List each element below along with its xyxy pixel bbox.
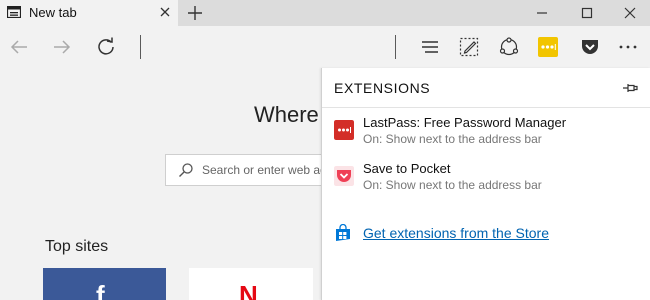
store-icon	[336, 224, 350, 241]
forward-arrow-icon[interactable]	[51, 36, 73, 58]
search-placeholder: Search or enter web ad	[202, 163, 327, 177]
close-window-button[interactable]	[620, 3, 640, 23]
search-icon	[179, 163, 193, 177]
back-arrow-icon[interactable]	[8, 36, 30, 58]
panel-divider	[322, 107, 650, 108]
top-site-tile-facebook[interactable]: f	[43, 268, 166, 300]
close-tab-icon[interactable]	[158, 5, 172, 19]
share-icon[interactable]	[497, 35, 521, 59]
top-sites-heading: Top sites	[45, 238, 109, 255]
extension-status: On: Show next to the address bar	[363, 132, 542, 146]
tab-page-icon	[7, 6, 21, 18]
lastpass-icon	[334, 120, 354, 140]
lastpass-toolbar-icon[interactable]	[536, 35, 560, 59]
minimize-button[interactable]	[532, 3, 552, 23]
pin-icon[interactable]	[622, 81, 638, 95]
refresh-icon[interactable]	[95, 36, 117, 58]
web-note-icon[interactable]	[457, 35, 481, 59]
extension-status: On: Show next to the address bar	[363, 178, 542, 192]
hub-icon[interactable]	[418, 35, 442, 59]
store-link-text: Get extensions from the Store	[363, 225, 549, 241]
toolbar-divider	[395, 35, 396, 59]
tab-new-tab[interactable]: New tab	[0, 0, 178, 26]
tab-title: New tab	[29, 5, 77, 20]
pocket-toolbar-icon[interactable]	[578, 35, 602, 59]
panel-title: EXTENSIONS	[334, 80, 431, 96]
extension-name: Save to Pocket	[363, 161, 451, 176]
title-bar: New tab	[0, 0, 650, 26]
address-bar-divider	[140, 35, 141, 59]
get-extensions-link[interactable]: Get extensions from the Store	[334, 224, 584, 244]
extension-item-pocket[interactable]: Save to Pocket On: Show next to the addr…	[322, 160, 650, 204]
page-heading: Where	[254, 102, 319, 127]
netflix-logo: N	[239, 280, 258, 300]
maximize-button[interactable]	[577, 3, 597, 23]
new-tab-button[interactable]	[186, 4, 204, 22]
extensions-panel: EXTENSIONS LastPass: Free Password Manag…	[321, 68, 650, 300]
extension-name: LastPass: Free Password Manager	[363, 115, 567, 130]
more-actions-icon[interactable]	[616, 35, 640, 59]
navigation-bar	[0, 26, 650, 68]
top-site-tile-netflix[interactable]: N	[189, 268, 313, 300]
facebook-logo: f	[96, 280, 105, 300]
extension-item-lastpass[interactable]: LastPass: Free Password Manager On: Show…	[322, 114, 650, 158]
browser-window: New tab Where Search or enter web ad Top…	[0, 0, 650, 300]
pocket-icon	[334, 166, 354, 186]
